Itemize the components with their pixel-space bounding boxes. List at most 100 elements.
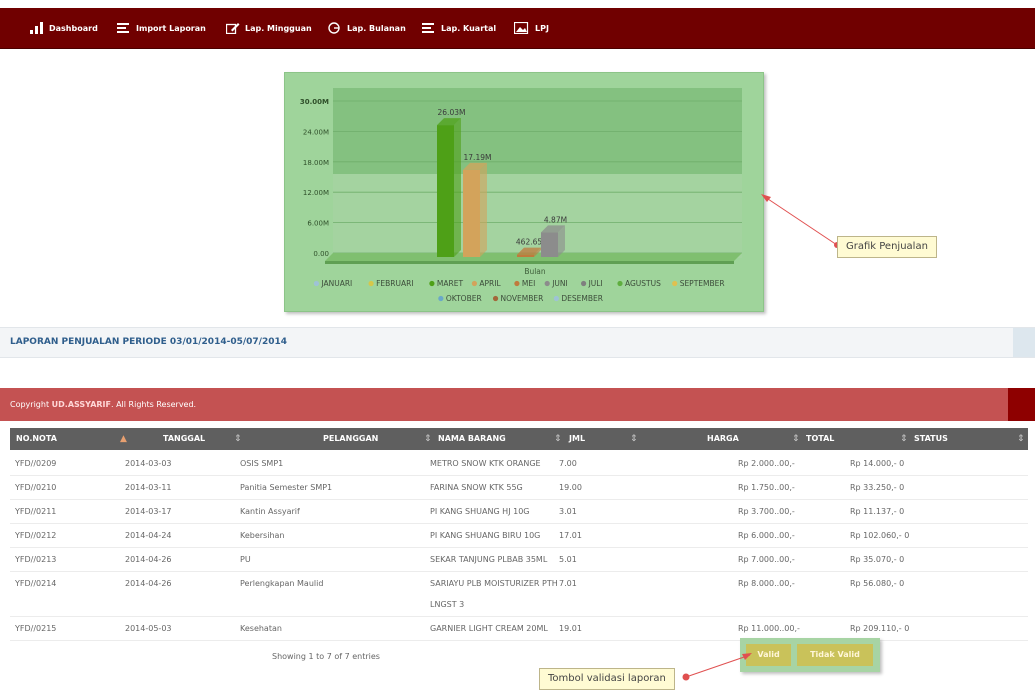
chart-y-tick-label: 30.00M (300, 98, 329, 106)
cell-harga: Rp 8.000..00,- (738, 579, 795, 588)
nav-dashboard-label: Dashboard (49, 23, 98, 33)
table-row[interactable]: YFD//0213 2014-04-26 PU SEKAR TANJUNG PLBAB… (10, 548, 1028, 572)
legend-label: MEI (522, 279, 535, 288)
legend-label: NOVEMBER (501, 294, 544, 303)
sort-asc-icon[interactable]: ▲ (120, 428, 127, 450)
cell-total: Rp 35.070,- 0 (850, 555, 905, 564)
cell-nama-barang: PI KANG SHUANG HJ 10G (430, 507, 530, 516)
cell-tanggal: 2014-03-11 (125, 483, 172, 492)
cell-no-nota: YFD//0212 (15, 531, 57, 540)
cell-nama-barang: PI KANG SHUANG BIRU 10G (430, 531, 541, 540)
cell-tanggal: 2014-03-03 (125, 459, 172, 468)
chart-bar (437, 125, 454, 257)
table-info: Showing 1 to 7 of 7 entries (272, 652, 380, 661)
sales-chart: 30.00M 24.00M 18.00M 12.00M 6.00M 0.00 26.03M 1… (300, 88, 742, 303)
chart-bar (463, 169, 480, 257)
nav-lap-bulanan[interactable]: Lap. Bulanan (328, 21, 406, 35)
copyright-brand: UD.ASSYARIF (51, 400, 111, 409)
legend-label: AGUSTUS (625, 279, 661, 288)
nav-lpj-label: LPJ (535, 23, 549, 33)
chart-floor-edge (325, 261, 734, 264)
legend-label: SEPTEMBER (680, 279, 725, 288)
cell-jml: 7.00 (559, 459, 577, 468)
legend-label: JUNI (551, 279, 568, 288)
legend-marker (313, 280, 319, 287)
cell-jml: 5.01 (559, 555, 577, 564)
cell-tanggal: 2014-05-03 (125, 624, 172, 633)
chart-callout-label: Grafik Penjualan (837, 236, 937, 258)
col-nama-barang[interactable]: NAMA BARANG (438, 428, 506, 450)
legend-marker (438, 295, 444, 302)
sort-icon[interactable]: ⇕ (234, 428, 242, 450)
nav-kuartal-label: Lap. Kuartal (441, 23, 497, 33)
chart-data-label: 17.19M (464, 153, 492, 162)
cell-no-nota: YFD//0213 (15, 555, 57, 564)
chart-bar (517, 254, 534, 257)
cell-tanggal: 2014-04-26 (125, 579, 172, 588)
report-header-bar: LAPORAN PENJUALAN PERIODE 03/01/2014-05/… (0, 327, 1035, 358)
col-no-nota[interactable]: NO.NOTA (16, 428, 57, 450)
chart-y-tick-label: 0.00 (313, 250, 329, 258)
nav-mingguan-label: Lap. Mingguan (245, 23, 312, 33)
nav-dashboard[interactable]: Dashboard (30, 21, 98, 35)
legend-marker (544, 280, 550, 287)
legend-marker (471, 280, 477, 287)
sort-icon[interactable]: ⇕ (424, 428, 432, 450)
cell-no-nota: YFD//0211 (15, 507, 57, 516)
cell-pelanggan: Kebersihan (240, 531, 285, 540)
legend-label: JULI (588, 279, 603, 288)
nav-lap-mingguan[interactable]: Lap. Mingguan (226, 21, 312, 35)
cell-no-nota: YFD//0210 (15, 483, 57, 492)
cell-total: Rp 209.110,- 0 (850, 624, 910, 633)
sort-icon[interactable]: ⇕ (554, 428, 562, 450)
table-row[interactable]: YFD//0214 2014-04-26 Perlengkapan Maulid SA… (10, 572, 1028, 617)
cell-nama-barang: GARNIER LIGHT CREAM 20ML (430, 624, 548, 633)
image-icon (514, 22, 529, 34)
col-total[interactable]: TOTAL (806, 428, 834, 450)
chart-y-tick-label: 24.00M (303, 128, 329, 136)
nav-lpj[interactable]: LPJ (514, 21, 549, 35)
col-status[interactable]: STATUS (914, 428, 948, 450)
copyright-text: Copyright UD.ASSYARIF. All Rights Reserv… (10, 400, 196, 409)
chart-y-tick-label: 18.00M (303, 159, 329, 167)
copyright-suffix: . All Rights Reserved. (111, 400, 197, 409)
col-jml[interactable]: JML (569, 428, 585, 450)
sort-icon[interactable]: ⇕ (792, 428, 800, 450)
col-tanggal[interactable]: TANGGAL (163, 428, 205, 450)
chart-data-label: 26.03M (438, 108, 466, 117)
legend-label: JANUARI (320, 279, 352, 288)
sort-icon[interactable]: ⇕ (1017, 428, 1025, 450)
nav-import-laporan[interactable]: Import Laporan (117, 21, 206, 35)
sales-table-body: YFD//0209 2014-03-03 OSIS SMP1 METRO SNOW K… (10, 452, 1028, 641)
cell-harga: Rp 2.000..00,- (738, 459, 795, 468)
table-row[interactable]: YFD//0209 2014-03-03 OSIS SMP1 METRO SNOW K… (10, 452, 1028, 489)
cell-harga: Rp 7.000..00,- (738, 555, 795, 564)
table-row[interactable]: YFD//0211 2014-03-17 Kantin Assyarif PI KAN… (10, 500, 1028, 524)
list-icon (422, 23, 434, 33)
sort-icon[interactable]: ⇕ (900, 428, 908, 450)
col-harga[interactable]: HARGA (707, 428, 739, 450)
cell-pelanggan: Kantin Assyarif (240, 507, 300, 516)
col-pelanggan[interactable]: PELANGGAN (323, 428, 378, 450)
nav-import-label: Import Laporan (136, 23, 206, 33)
cell-tanggal: 2014-04-24 (125, 531, 172, 540)
chart-x-axis-label: Bulan (524, 267, 546, 276)
legend-marker (514, 280, 520, 287)
legend-marker (617, 280, 623, 287)
legend-marker (672, 280, 678, 287)
sales-chart-panel: 30.00M 24.00M 18.00M 12.00M 6.00M 0.00 26.03M 1… (284, 72, 764, 312)
validation-callout-label: Tombol validasi laporan (539, 668, 675, 690)
table-row[interactable]: YFD//0212 2014-04-24 Kebersihan PI KANG SHU… (10, 524, 1028, 548)
nav-lap-kuartal[interactable]: Lap. Kuartal (422, 21, 496, 35)
report-bar-end (1013, 328, 1035, 357)
edit-icon (226, 23, 240, 34)
chart-data-label: 4.87M (544, 215, 567, 224)
legend-label: OKTOBER (446, 294, 482, 303)
table-row[interactable]: YFD//0210 2014-03-11 Panitia Semester SMP1… (10, 476, 1028, 500)
sort-icon[interactable]: ⇕ (630, 428, 638, 450)
validation-button-group: Valid Tidak Valid (740, 638, 880, 672)
invalid-button[interactable]: Tidak Valid (797, 644, 873, 666)
report-title: LAPORAN PENJUALAN PERIODE 03/01/2014-05/… (10, 337, 288, 347)
cell-harga: Rp 3.700..00,- (738, 507, 795, 516)
cell-tanggal: 2014-04-26 (125, 555, 172, 564)
